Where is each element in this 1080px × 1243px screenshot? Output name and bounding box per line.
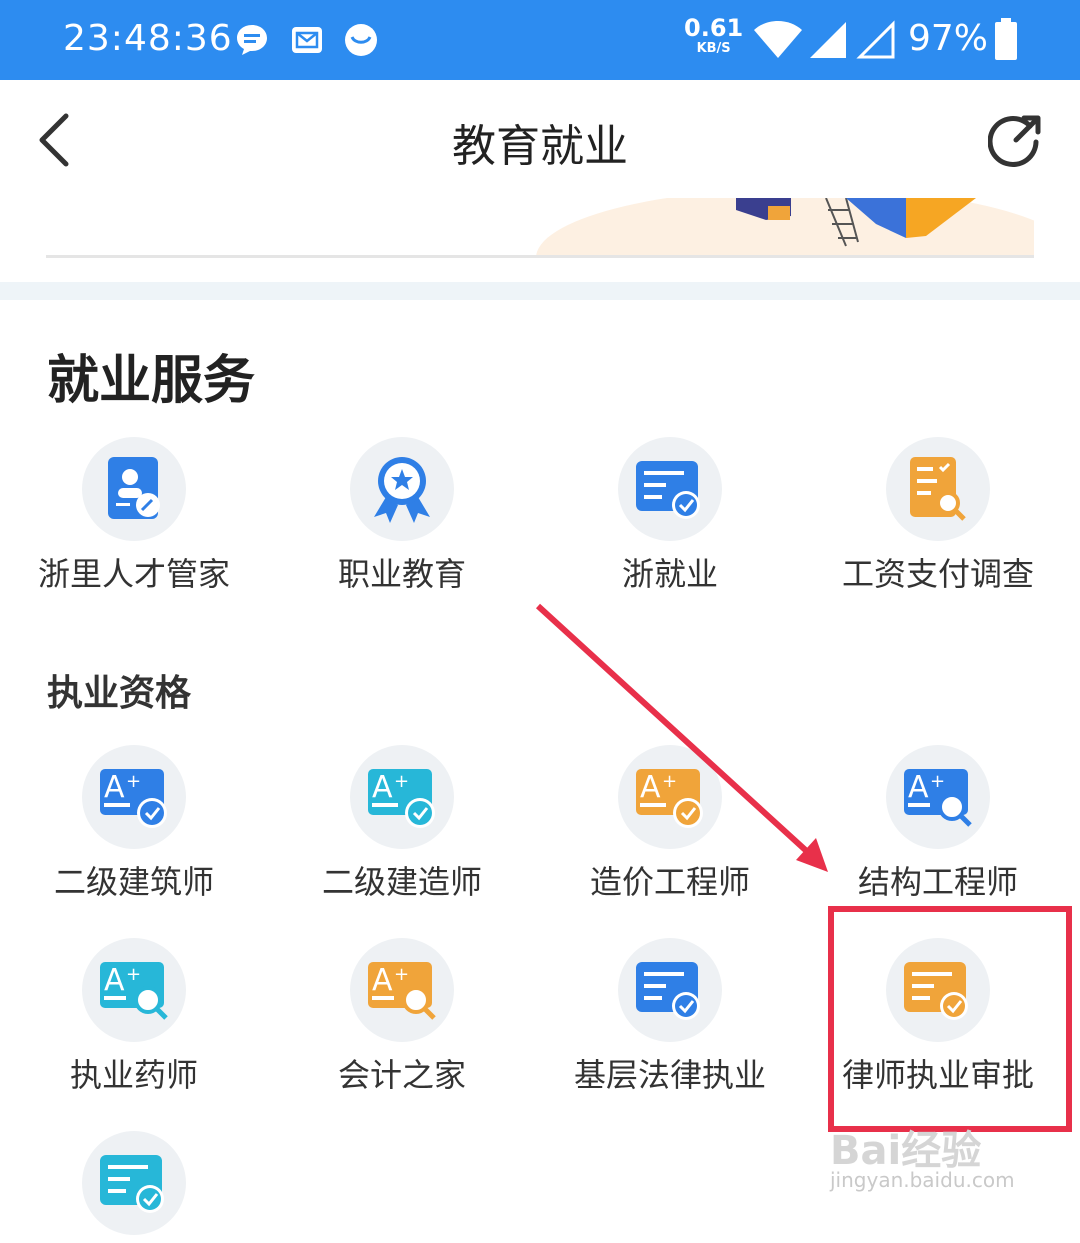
icon-circle	[350, 437, 454, 541]
qualification-label: 二级建造师	[321, 863, 482, 901]
icon-circle: A +	[350, 745, 454, 849]
nav-bar: 教育就业	[0, 80, 1080, 198]
qualification-item[interactable]: A + 会计之家	[282, 938, 522, 1096]
svg-text:+: +	[930, 771, 945, 792]
icon-circle: A +	[82, 938, 186, 1042]
qualification-label: 结构工程师	[857, 863, 1018, 901]
service-label: 职业教育	[337, 555, 466, 593]
watermark: Bai经验 jingyan.baidu.com	[830, 1100, 1030, 1195]
form-check-icon	[636, 461, 700, 519]
svg-text:A: A	[372, 963, 393, 998]
share-icon[interactable]	[988, 112, 1044, 168]
wifi-icon	[754, 21, 802, 58]
form-check-icon	[100, 1155, 164, 1213]
svg-text:A: A	[104, 770, 125, 805]
icon-circle	[618, 938, 722, 1042]
icon-circle	[82, 437, 186, 541]
qualification-label: 会计之家	[337, 1056, 466, 1094]
svg-text:+: +	[126, 964, 141, 985]
message-icon	[237, 25, 267, 55]
section-subtitle: 执业资格	[47, 673, 192, 714]
net-speed-value: 0.61	[684, 14, 744, 42]
qualification-item[interactable]: A + 结构工程师	[818, 745, 1058, 903]
watermark-url: jingyan.baidu.com	[830, 1168, 1015, 1192]
service-item[interactable]: 职业教育	[282, 437, 522, 595]
person-card-icon	[108, 457, 160, 519]
status-time: 23:48:36	[63, 18, 233, 59]
service-label: 浙里人才管家	[37, 555, 230, 593]
svg-text:A: A	[104, 963, 125, 998]
doc-search-icon	[910, 457, 966, 521]
icon-circle	[886, 437, 990, 541]
service-item[interactable]: 工资支付调查	[818, 437, 1058, 595]
qualification-item[interactable]: A + 二级建筑师	[14, 745, 254, 903]
icon-circle: A +	[618, 745, 722, 849]
battery-icon	[995, 18, 1017, 60]
qualification-item[interactable]: 基层法律执业	[550, 938, 790, 1096]
grade-search-icon: A +	[368, 962, 436, 1020]
signal-icon	[810, 22, 846, 58]
qualification-label: 执业药师	[69, 1056, 198, 1094]
banner-image[interactable]	[46, 198, 1034, 256]
icon-circle	[618, 437, 722, 541]
qualification-label: 造价工程师	[589, 863, 750, 901]
qualification-item[interactable]: A + 执业药师	[14, 938, 254, 1096]
annotation-highlight-box	[828, 906, 1072, 1132]
svg-text:A: A	[908, 770, 929, 805]
svg-text:+: +	[662, 771, 677, 792]
grade-search-icon: A +	[904, 769, 972, 827]
svg-text:A: A	[640, 770, 661, 805]
section-title: 就业服务	[47, 351, 256, 411]
battery-percent: 97%	[908, 18, 989, 59]
qualification-label: 二级建筑师	[53, 863, 214, 901]
service-label: 浙就业	[621, 555, 718, 593]
grade-search-icon: A +	[100, 962, 168, 1020]
signal-empty-icon	[856, 20, 895, 59]
svg-text:A: A	[372, 770, 393, 805]
icon-circle: A +	[886, 745, 990, 849]
network-speed: 0.61 KB/S	[684, 16, 743, 55]
section-gap	[0, 282, 1080, 300]
svg-text:+: +	[394, 771, 409, 792]
bird-icon	[345, 24, 377, 56]
grade-check-icon: A +	[100, 769, 167, 828]
grade-check-icon: A +	[636, 769, 703, 828]
grade-check-icon: A +	[368, 769, 435, 828]
icon-circle: A +	[82, 745, 186, 849]
qualification-item[interactable]	[14, 1131, 254, 1243]
qualification-item[interactable]: A + 造价工程师	[550, 745, 790, 903]
service-item[interactable]: 浙里人才管家	[14, 437, 254, 595]
icon-circle	[82, 1131, 186, 1235]
form-check-icon	[636, 962, 700, 1020]
icon-circle: A +	[350, 938, 454, 1042]
mail-icon	[292, 27, 322, 53]
qualification-item[interactable]: A + 二级建造师	[282, 745, 522, 903]
service-label: 工资支付调查	[841, 555, 1034, 593]
award-badge-icon	[374, 457, 430, 523]
svg-text:+: +	[126, 771, 141, 792]
net-speed-unit: KB/S	[696, 41, 731, 56]
service-item[interactable]: 浙就业	[550, 437, 790, 595]
qualification-label: 基层法律执业	[573, 1056, 766, 1094]
page-title: 教育就业	[452, 121, 628, 172]
svg-text:+: +	[394, 964, 409, 985]
banner-divider	[46, 255, 1034, 258]
status-bar: 23:48:36 0.61 KB/S 97%	[0, 0, 1080, 80]
